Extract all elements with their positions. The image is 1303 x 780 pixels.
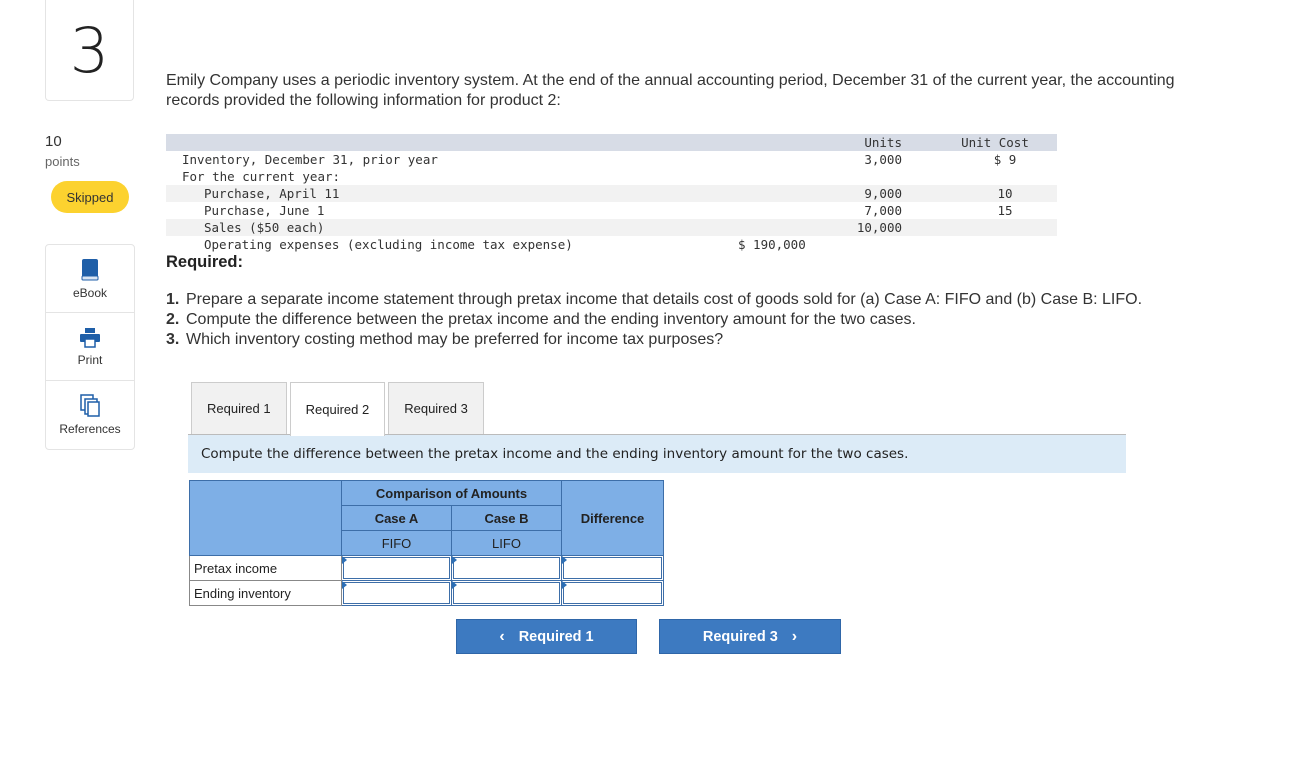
row-units: 9,000 — [864, 186, 902, 201]
list-item: 2. Compute the difference between the pr… — [166, 310, 1176, 330]
blank-header — [189, 480, 342, 556]
case-b-header: Case B — [451, 505, 562, 531]
question-number: 3 — [45, 0, 134, 101]
references-icon — [79, 394, 101, 422]
row-label: Pretax income — [189, 555, 342, 581]
row-label: Operating expenses (excluding income tax… — [204, 237, 573, 252]
row-label: Ending inventory — [189, 580, 342, 606]
row-amount: $ 190,000 — [738, 237, 806, 252]
input-marker-icon — [562, 556, 567, 564]
tab-required-2[interactable]: Required 2 — [289, 382, 386, 436]
list-item: 1. Prepare a separate income statement t… — [166, 290, 1176, 310]
tab-required-1[interactable]: Required 1 — [191, 382, 287, 434]
item-text: Which inventory costing method may be pr… — [186, 331, 724, 348]
row-units: 3,000 — [864, 152, 902, 167]
ebook-label: eBook — [72, 285, 108, 300]
chevron-left-icon: ‹ — [499, 627, 505, 645]
required-heading: Required: — [166, 253, 244, 271]
table-row: Inventory, December 31, prior year 3,000… — [166, 151, 1057, 168]
comparison-table: Comparison of Amounts Difference Case A … — [189, 480, 664, 606]
inventory-data-table: Units Unit Cost — [166, 134, 1057, 151]
comparison-header: Comparison of Amounts — [341, 480, 562, 506]
inventory-data-rows: Inventory, December 31, prior year 3,000… — [166, 151, 1057, 253]
references-label: References — [59, 422, 121, 436]
pretax-income-case-b-input[interactable] — [451, 555, 562, 581]
row-cost: $ 9 — [993, 152, 1017, 167]
row-label: For the current year: — [182, 169, 341, 184]
requirements-list: 1. Prepare a separate income statement t… — [166, 290, 1176, 350]
list-item: 3. Which inventory costing method may be… — [166, 330, 1176, 350]
row-units: 10,000 — [856, 220, 902, 235]
item-number: 3. — [166, 331, 180, 348]
row-label: Inventory, December 31, prior year — [182, 152, 438, 167]
book-icon — [80, 258, 100, 286]
ending-inventory-case-a-input[interactable] — [341, 580, 452, 606]
print-button[interactable]: Print — [46, 313, 134, 381]
item-text: Prepare a separate income statement thro… — [186, 291, 1143, 308]
row-cost: 10 — [997, 186, 1013, 201]
table-row: For the current year: — [166, 168, 1057, 185]
row-label: Purchase, June 1 — [204, 203, 325, 218]
table-row: Purchase, April 11 9,000 10 — [166, 185, 1057, 202]
instruction-banner: Compute the difference between the preta… — [188, 435, 1126, 473]
table-row: Pretax income — [189, 555, 664, 581]
input-marker-icon — [452, 556, 457, 564]
ending-inventory-difference-input[interactable] — [561, 580, 664, 606]
problem-intro: Emily Company uses a periodic inventory … — [166, 72, 1175, 109]
tab-required-3[interactable]: Required 3 — [388, 382, 484, 434]
table-row: Ending inventory — [189, 580, 664, 606]
points-label: points — [45, 154, 80, 169]
printer-icon — [79, 327, 101, 353]
next-required-button[interactable]: Required 3 › — [659, 619, 841, 654]
input-marker-icon — [452, 581, 457, 589]
pretax-income-case-a-input[interactable] — [341, 555, 452, 581]
item-text: Compute the difference between the preta… — [186, 311, 916, 328]
data-table-header: Units Unit Cost — [166, 134, 1057, 151]
tools-panel: eBook Print References — [45, 244, 135, 450]
difference-label: Difference — [580, 510, 645, 526]
input-marker-icon — [562, 581, 567, 589]
item-number: 1. — [166, 291, 180, 308]
case-a-method: FIFO — [341, 530, 452, 556]
unit-cost-header: Unit Cost — [961, 135, 1029, 150]
row-label: Sales ($50 each) — [204, 220, 325, 235]
prev-label: Required 1 — [518, 628, 594, 645]
case-b-method: LIFO — [451, 530, 562, 556]
input-marker-icon — [342, 581, 347, 589]
ebook-button[interactable]: eBook — [46, 245, 134, 313]
table-row: Operating expenses (excluding income tax… — [166, 236, 1057, 253]
table-row: Purchase, June 1 7,000 15 — [166, 202, 1057, 219]
table-row: Sales ($50 each) 10,000 — [166, 219, 1057, 236]
row-cost: 15 — [997, 203, 1013, 218]
pretax-income-difference-input[interactable] — [561, 555, 664, 581]
print-label: Print — [77, 352, 103, 367]
difference-header: Difference — [561, 480, 664, 556]
status-badge: Skipped — [51, 181, 129, 213]
units-header: Units — [864, 135, 902, 150]
input-marker-icon — [342, 556, 347, 564]
requirement-tabs: Required 1 Required 2 Required 3 — [191, 382, 487, 436]
ending-inventory-case-b-input[interactable] — [451, 580, 562, 606]
chevron-right-icon: › — [791, 627, 798, 645]
references-button[interactable]: References — [46, 381, 134, 449]
case-a-header: Case A — [341, 505, 452, 531]
row-units: 7,000 — [864, 203, 902, 218]
row-label: Purchase, April 11 — [204, 186, 340, 201]
prev-required-button[interactable]: ‹ Required 1 — [456, 619, 637, 654]
points-value: 10 — [45, 133, 62, 150]
next-label: Required 3 — [702, 628, 778, 645]
item-number: 2. — [166, 311, 180, 328]
